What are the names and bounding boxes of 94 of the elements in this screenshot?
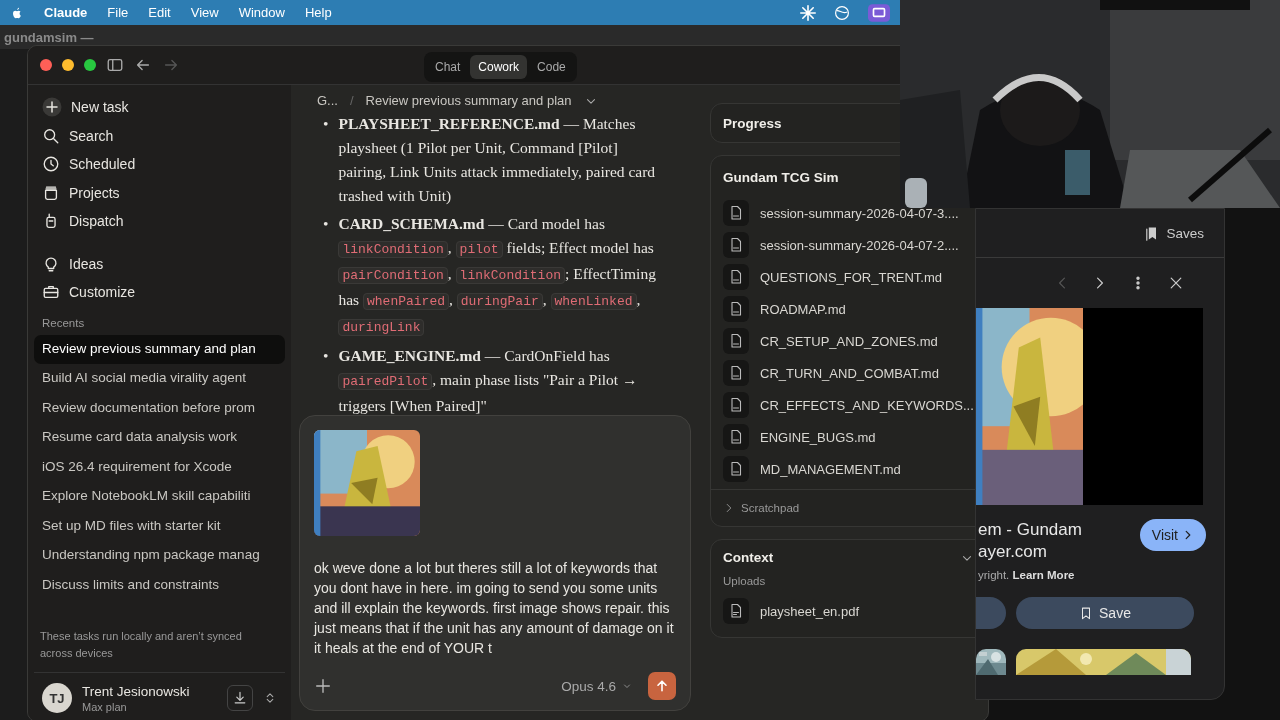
card-title: Gundam TCG Sim — [722, 170, 840, 187]
scratchpad-toggle[interactable]: Scratchpad — [741, 502, 800, 514]
bullet-text: PLAYSHEET_REFERENCE.md — Matches playsheet (1 Pilot per Unit, Command [Pilot] pairing, Link Units attack immediately, paired card trashed with Unit) — [338, 114, 657, 206]
message-composer[interactable] — [299, 415, 691, 711]
saves-button[interactable]: Saves — [1144, 225, 1204, 241]
file-name[interactable]: CR_SETUP_AND_ZONES.md — [760, 333, 938, 349]
sidebar-toggle-icon — [106, 56, 124, 74]
recent-task[interactable]: Understanding npm package manag — [34, 541, 285, 571]
user-plan: Max plan — [82, 700, 128, 713]
card-title: Progress — [723, 116, 782, 131]
lightbulb-icon — [42, 254, 60, 273]
sidebar-item[interactable]: Customize — [69, 284, 136, 301]
sync-note: These tasks run locally and aren’t synced across devices — [39, 629, 243, 661]
minimize-button[interactable] — [62, 59, 74, 71]
sidebar-item[interactable]: Projects — [69, 184, 120, 201]
bullet-text: CARD_SCHEMA.md — Card model has linkCondition , pilot fields; Effect model has pairCondition , linkCondition ; EffectTiming has whenPaired , duringPair , whenLinked , duringLink — [338, 214, 657, 338]
recent-task[interactable]: Set up MD files with starter kit — [34, 511, 285, 541]
mode-tab[interactable]: Chat — [427, 55, 469, 79]
markdown-file-icon — [723, 456, 749, 482]
markdown-file-icon — [723, 392, 749, 418]
section-label: Uploads — [723, 575, 767, 587]
model-selector[interactable]: Opus 4.6 — [555, 677, 638, 695]
breadcrumb-separator: / — [349, 93, 354, 108]
markdown-file-icon — [723, 296, 749, 322]
menu-item[interactable]: View — [190, 5, 219, 20]
sparkle-icon — [800, 4, 816, 21]
copyright-note: yright. Learn More — [977, 568, 1076, 581]
breadcrumb-title[interactable]: Review previous summary and plan — [365, 93, 572, 108]
mode-tab[interactable]: Code — [529, 55, 574, 79]
markdown-file-icon — [723, 328, 749, 354]
recent-task[interactable]: Build AI social media virality agent — [34, 364, 285, 394]
message-text: ok weve done a lot but theres still a lot of keywords that you dont have in here. im going to send you some units and ill explain the keywords. first image shows repair. this just means that if the unit has any amount of damage on it it heals at the end of YOUR t — [314, 559, 675, 658]
plus-icon — [42, 97, 62, 118]
box-icon — [42, 183, 60, 202]
markdown-file-icon — [723, 200, 749, 226]
sidebar-item[interactable]: New task — [71, 99, 129, 116]
sidebar-item[interactable]: Scheduled — [69, 156, 136, 173]
mode-tab[interactable]: Cowork — [470, 55, 528, 79]
send-button[interactable] — [648, 672, 676, 700]
bullet-marker: • — [323, 114, 329, 134]
save-button[interactable]: Save — [1016, 597, 1194, 629]
file-name[interactable]: QUESTIONS_FOR_TRENT.md — [760, 269, 943, 285]
sidebar-item[interactable]: Dispatch — [69, 213, 124, 230]
bullet-marker: • — [323, 214, 329, 234]
add-button[interactable] — [314, 677, 332, 695]
arrow-up-icon — [654, 678, 670, 694]
download-button[interactable] — [227, 685, 253, 711]
globe-icon — [834, 4, 850, 21]
close-button[interactable] — [40, 59, 52, 71]
recent-task[interactable]: Review previous summary and plan — [34, 334, 285, 364]
menu-item[interactable]: Window — [238, 5, 285, 20]
card-title: Context — [723, 550, 774, 565]
bullet-text: GAME_ENGINE.md — CardOnField has pairedPilot , main phase lists "Pair a Pilot → triggers [When Paired]" — [338, 346, 639, 415]
file-name[interactable]: ENGINE_BUGS.md — [760, 429, 876, 445]
search-icon — [42, 126, 60, 145]
user-name: Trent Jesionowski — [82, 683, 191, 699]
zoom-button[interactable] — [84, 59, 96, 71]
file-name[interactable]: ROADMAP.md — [760, 301, 846, 317]
markdown-file-icon — [723, 232, 749, 258]
screen-icon — [868, 1, 890, 24]
markdown-file-icon — [723, 264, 749, 290]
plus-icon — [314, 677, 332, 695]
file-name[interactable]: CR_TURN_AND_COMBAT.md — [760, 365, 939, 381]
recent-task[interactable]: Resume card data analysis work — [34, 423, 285, 453]
bullet-marker: • — [323, 346, 329, 366]
download-icon — [232, 690, 248, 706]
menu-item[interactable]: Help — [304, 5, 332, 20]
chevron-down-icon — [622, 681, 632, 691]
recent-task[interactable]: Discuss limits and constraints — [34, 570, 285, 600]
close-icon — [1168, 275, 1184, 291]
app-menu[interactable]: Claude — [44, 5, 88, 20]
menu-item[interactable]: Edit — [148, 5, 171, 20]
recent-task[interactable]: Review documentation before prom — [34, 393, 285, 423]
result-title[interactable]: em - Gundam ayer.com — [978, 519, 1130, 563]
pdf-file-icon — [723, 598, 749, 624]
breadcrumb-link[interactable]: G... — [317, 93, 338, 108]
file-name[interactable]: playsheet_en.pdf — [760, 603, 860, 619]
file-name[interactable]: session-summary-2026-04-07-3.... — [760, 205, 959, 221]
file-name[interactable]: CR_EFFECTS_AND_KEYWORDS... — [760, 397, 974, 413]
apple-icon — [10, 5, 24, 20]
recent-task[interactable]: Explore NotebookLM skill capabiliti — [34, 482, 285, 512]
sidebar-item[interactable]: Search — [69, 127, 114, 144]
file-name[interactable]: session-summary-2026-04-07-2.... — [760, 237, 959, 253]
clock-icon — [42, 155, 60, 174]
menu-item[interactable]: File — [107, 5, 129, 20]
markdown-file-icon — [723, 424, 749, 450]
visit-button[interactable]: Visit — [1139, 519, 1206, 551]
markdown-file-icon — [723, 360, 749, 386]
window-title: gundamsim — — [4, 29, 94, 45]
recent-task[interactable]: iOS 26.4 requirement for Xcode — [34, 452, 285, 482]
section-label: Recents — [42, 316, 85, 329]
sidebar-item[interactable]: Ideas — [69, 255, 104, 272]
user-avatar[interactable]: TJ — [42, 683, 72, 713]
file-name[interactable]: MD_MANAGEMENT.md — [760, 461, 901, 477]
